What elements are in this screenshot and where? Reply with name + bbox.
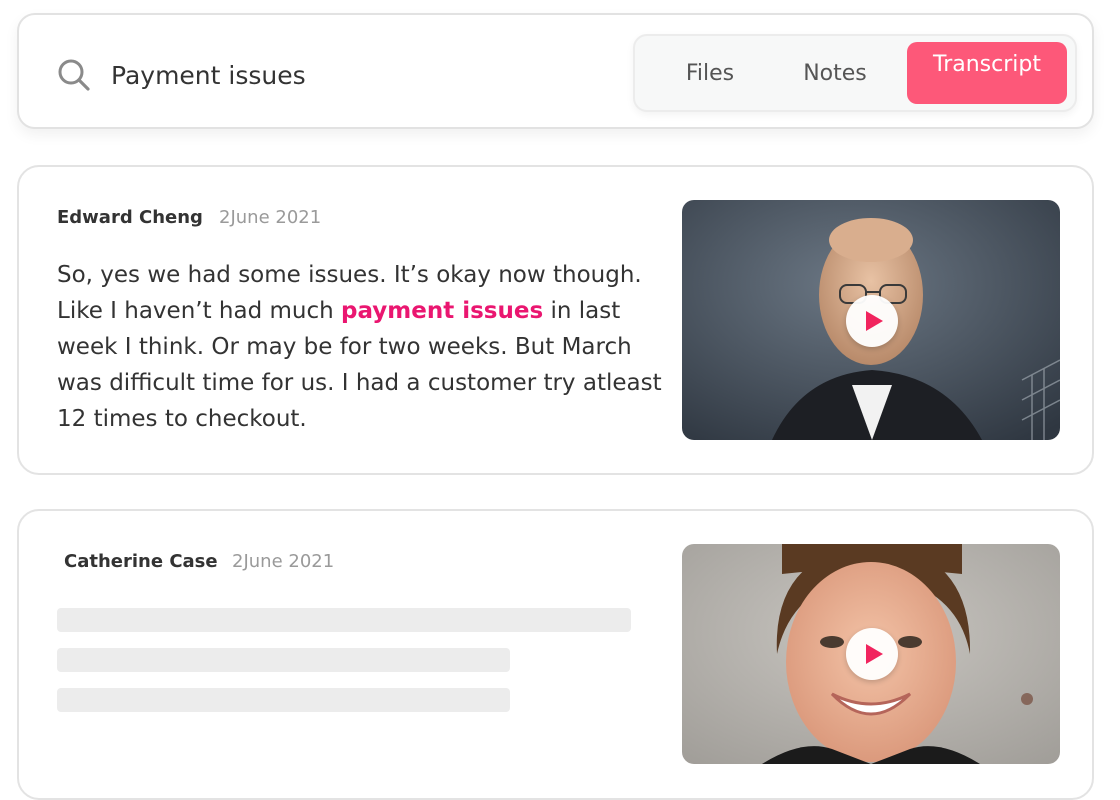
tab-notes[interactable]: Notes [785, 36, 885, 110]
search-input[interactable] [111, 53, 591, 97]
video-thumbnail[interactable] [682, 200, 1060, 440]
play-button[interactable] [846, 628, 898, 680]
video-thumbnail[interactable] [682, 544, 1060, 764]
tab-files[interactable]: Files [655, 36, 765, 110]
loading-placeholder-line [57, 688, 510, 712]
search-bar: Files Notes Transcript [17, 13, 1094, 129]
transcript-excerpt: So, yes we had some issues. It’s okay no… [57, 257, 677, 437]
tab-transcript[interactable]: Transcript [907, 42, 1067, 104]
result-card: Edward Cheng 2June 2021 So, yes we had s… [17, 165, 1094, 475]
loading-placeholder-line [57, 648, 510, 672]
play-button[interactable] [846, 295, 898, 347]
author-name: Edward Cheng [57, 207, 203, 228]
search-match-highlight: payment issues [341, 298, 544, 324]
author-name: Catherine Case [64, 551, 218, 572]
search-scope-tabs: Files Notes Transcript [633, 34, 1077, 112]
result-date: 2June 2021 [232, 551, 335, 572]
search-icon [58, 59, 90, 91]
loading-placeholder-line [57, 608, 631, 632]
play-icon [866, 644, 883, 664]
play-icon [866, 311, 883, 331]
result-card: Catherine Case 2June 2021 [17, 509, 1094, 800]
result-date: 2June 2021 [219, 207, 322, 228]
